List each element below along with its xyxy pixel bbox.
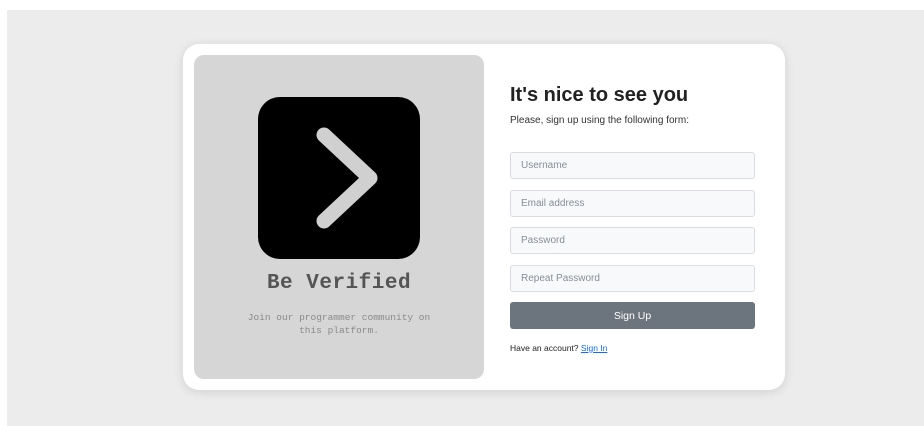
chevron-right-icon: [316, 127, 378, 229]
sign-in-link[interactable]: Sign In: [581, 343, 607, 353]
sign-up-button[interactable]: Sign Up: [510, 302, 755, 329]
signup-card: Be Verified Join our programmer communit…: [183, 44, 785, 390]
email-input[interactable]: [510, 190, 755, 217]
password-input[interactable]: [510, 227, 755, 254]
promo-panel: Be Verified Join our programmer communit…: [194, 55, 484, 379]
form-heading: It's nice to see you: [510, 84, 689, 106]
signup-form: It's nice to see you Please, sign up usi…: [510, 44, 755, 390]
signin-prompt: Have an account? Sign In: [510, 343, 607, 353]
promo-subtitle: Join our programmer community on this pl…: [247, 312, 431, 336]
account-prompt-text: Have an account?: [510, 343, 579, 353]
form-subheading: Please, sign up using the following form…: [510, 115, 689, 126]
repeat-password-input[interactable]: [510, 265, 755, 292]
app-logo: [258, 97, 420, 259]
username-input[interactable]: [510, 152, 755, 179]
promo-title: Be Verified: [266, 272, 412, 295]
